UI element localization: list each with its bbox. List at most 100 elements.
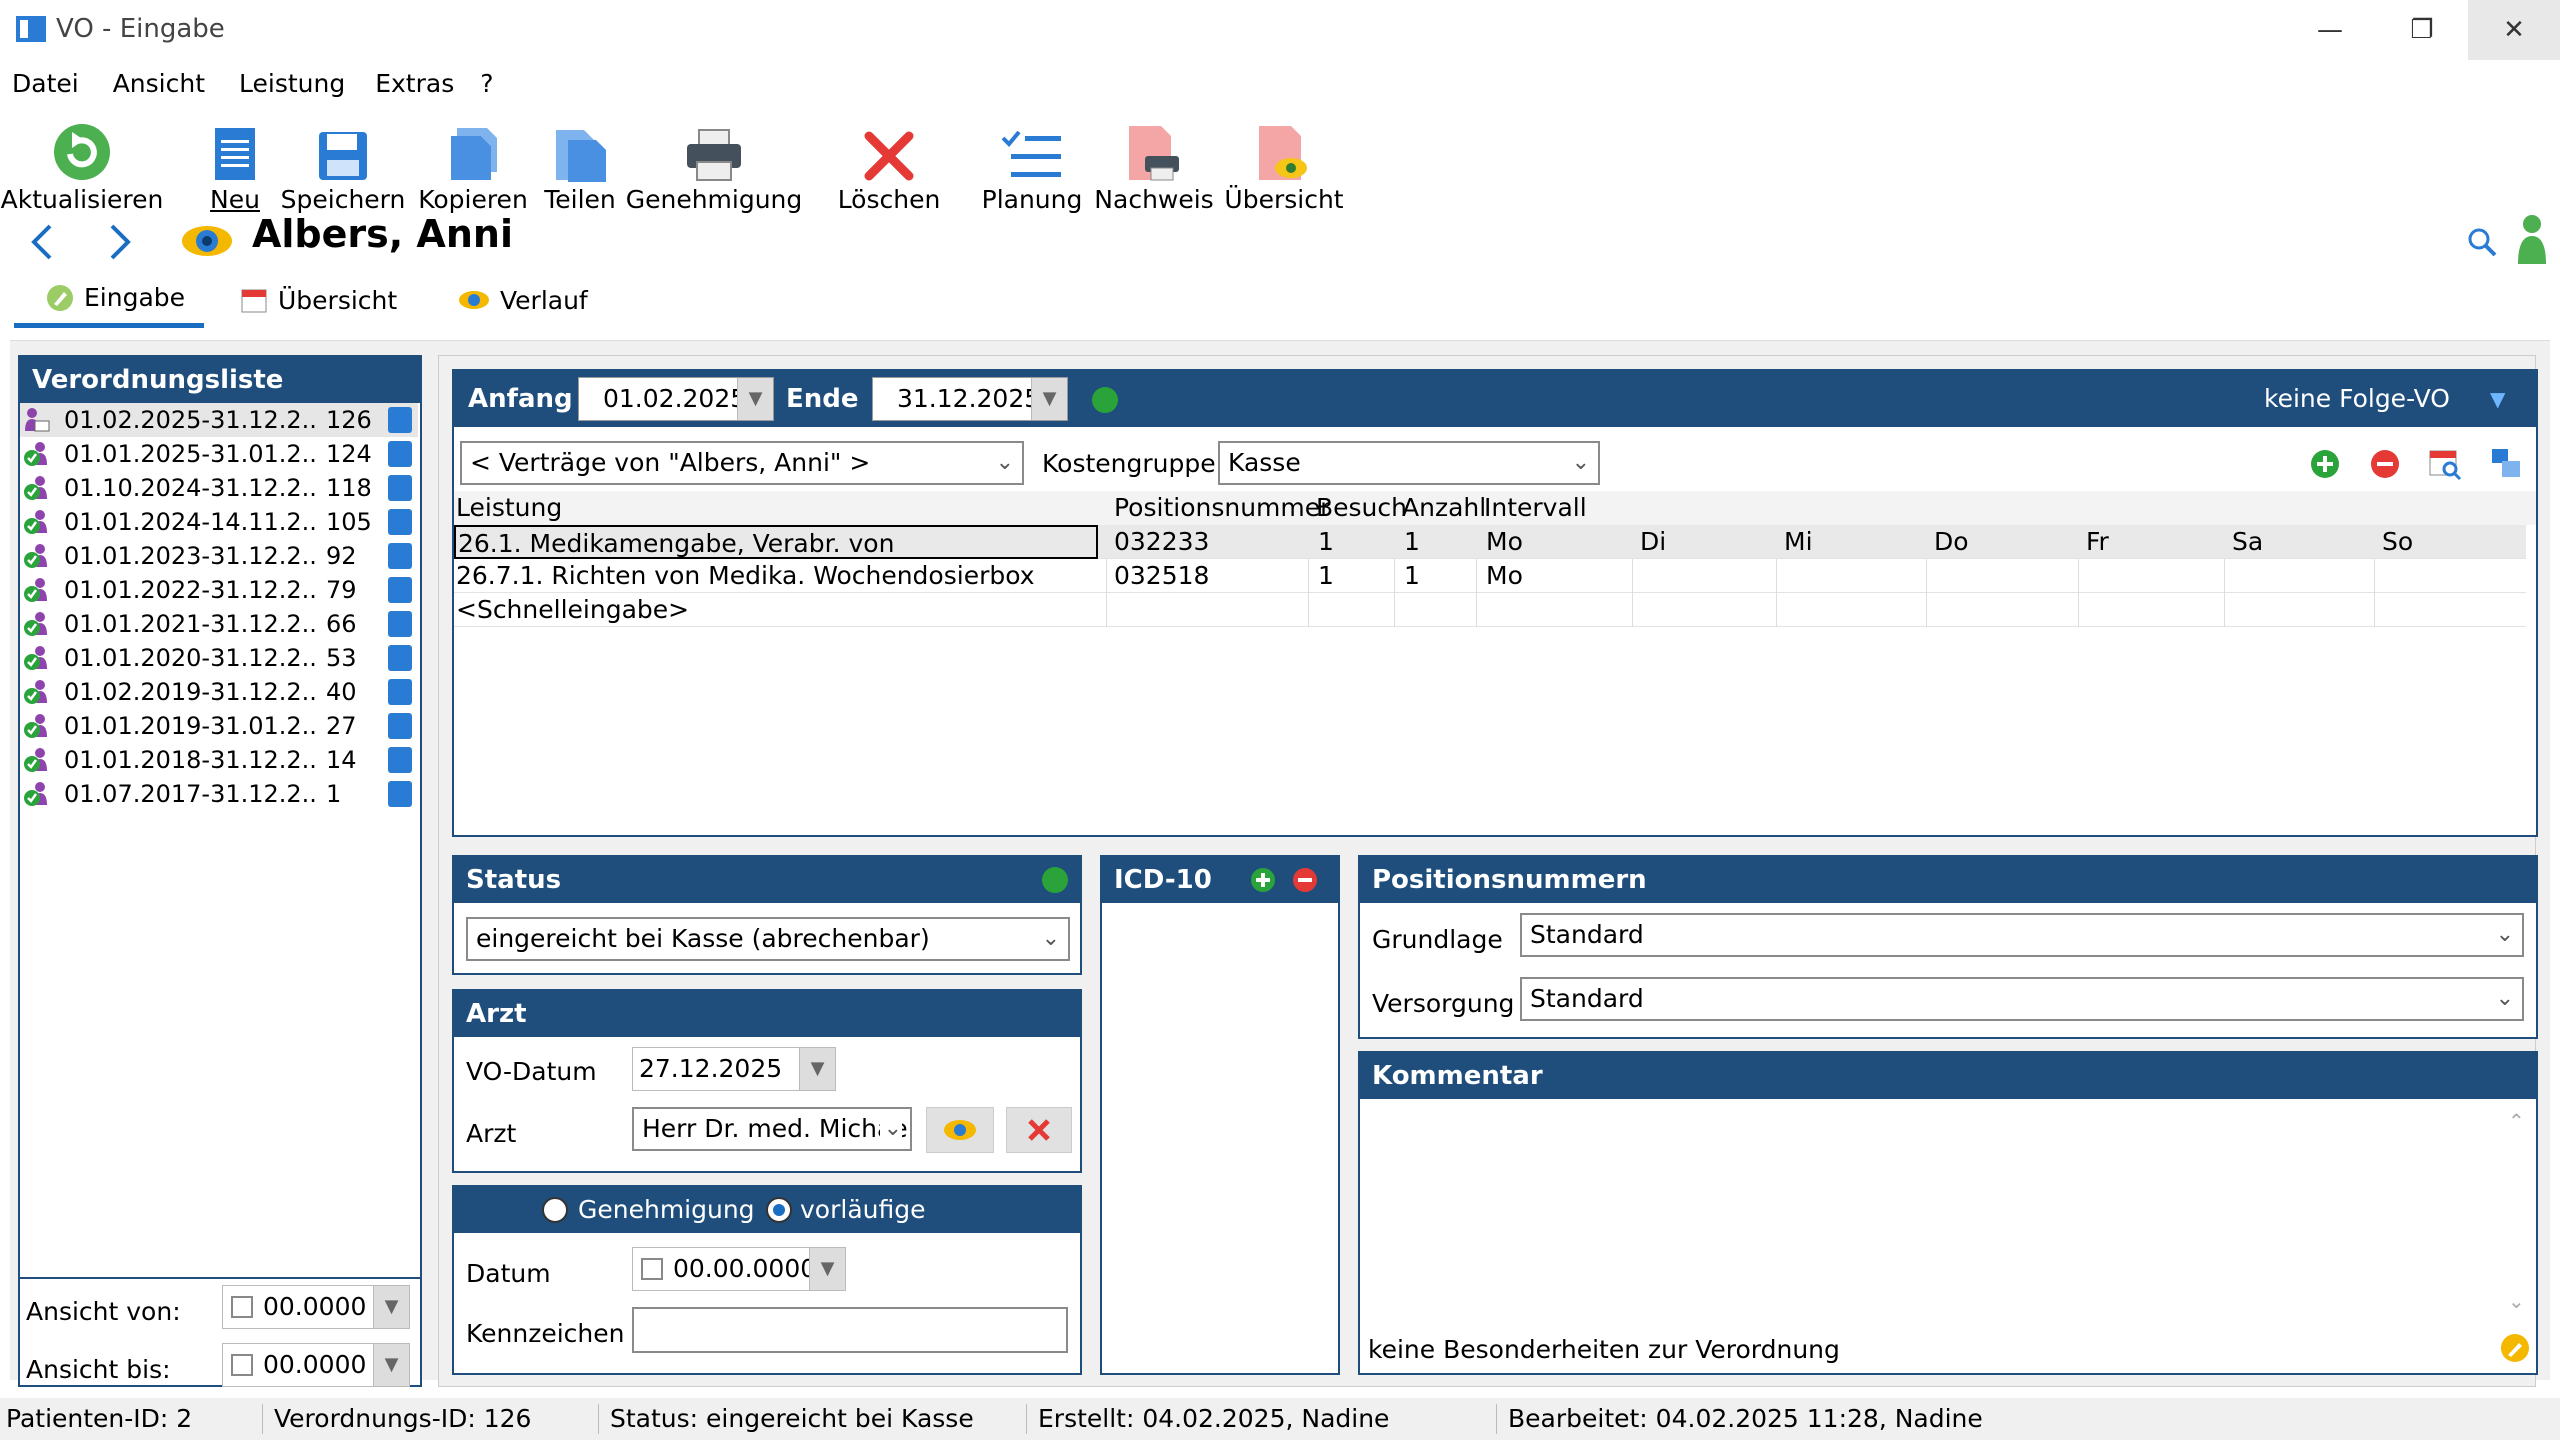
table-row[interactable]: 26.7.1. Richten von Medika. Wochendosier… (454, 559, 2526, 593)
folge-vo-label[interactable]: keine Folge-VO (2264, 371, 2450, 427)
chevron-down-icon[interactable]: ▼ (2490, 371, 2505, 427)
restore-button[interactable]: ❐ (2376, 0, 2468, 60)
genehmigung-radio[interactable] (542, 1197, 568, 1223)
schnelleingabe-cell[interactable]: <Schnelleingabe> (456, 593, 689, 627)
chevron-down-icon[interactable]: ▼ (373, 1286, 409, 1328)
ansicht-von-picker[interactable]: 00.0000 ▼ (222, 1285, 410, 1329)
scroll-up-icon[interactable]: ⌃ (2508, 1109, 2525, 1133)
datum-checkbox[interactable] (641, 1258, 663, 1280)
table-row[interactable]: 26.1. Medikamengabe, Verabr. von 032233 … (454, 525, 2526, 559)
cell-besuch[interactable]: 1 (1318, 525, 1334, 559)
ende-date-picker[interactable]: 31.12.2025 ▼ (872, 377, 1068, 421)
verordnung-list-item[interactable]: 01.01.2018-31.12.2.. 14 (20, 743, 418, 777)
nachweis-button[interactable]: Nachweis (1094, 104, 1214, 216)
aktualisieren-button[interactable]: Aktualisieren (1, 104, 163, 216)
close-button[interactable]: ✕ (2468, 0, 2560, 60)
ansicht-bis-checkbox[interactable] (231, 1354, 253, 1376)
datum-picker[interactable]: 00.00.0000 ▼ (632, 1247, 846, 1291)
document-icon[interactable] (388, 475, 412, 501)
verordnung-list-item[interactable]: 01.01.2024-14.11.2.. 105 (20, 505, 418, 539)
cell-anzahl[interactable]: 1 (1404, 559, 1420, 593)
schnelleingabe-row[interactable]: <Schnelleingabe> (454, 593, 2526, 627)
cell-mi[interactable]: Mi (1784, 525, 1813, 559)
planung-button[interactable]: Planung (982, 104, 1082, 216)
ansicht-von-checkbox[interactable] (231, 1296, 253, 1318)
genehmigung-button[interactable]: Genehmigung (626, 104, 802, 216)
cell-besuch[interactable]: 1 (1318, 559, 1334, 593)
verordnung-list-item[interactable]: 01.01.2020-31.12.2.. 53 (20, 641, 418, 675)
chevron-down-icon[interactable]: ▼ (373, 1344, 409, 1386)
loeschen-button[interactable]: Löschen (838, 104, 940, 216)
teilen-button[interactable]: Teilen (540, 104, 620, 216)
kennzeichen-input[interactable] (632, 1307, 1068, 1353)
verordnung-list-item[interactable]: 01.01.2022-31.12.2.. 79 (20, 573, 418, 607)
scroll-down-icon[interactable]: ⌄ (2508, 1289, 2525, 1313)
cell-mo[interactable]: Mo (1486, 559, 1523, 593)
kopieren-button[interactable]: Kopieren (418, 104, 528, 216)
verordnung-list-item[interactable]: 01.10.2024-31.12.2.. 118 (20, 471, 418, 505)
cell-so[interactable]: So (2382, 525, 2413, 559)
eye-icon[interactable] (180, 222, 234, 260)
chevron-down-icon[interactable]: ▼ (809, 1248, 845, 1290)
cell-fr[interactable]: Fr (2086, 525, 2109, 559)
document-icon[interactable] (388, 577, 412, 603)
menu-ansicht[interactable]: Ansicht (91, 64, 217, 104)
cell-leistung[interactable]: 26.7.1. Richten von Medika. Wochendosier… (456, 559, 1035, 593)
speichern-button[interactable]: Speichern (281, 104, 405, 216)
uebersicht-button[interactable]: Übersicht (1224, 104, 1344, 216)
remove-icon[interactable] (1292, 867, 1318, 893)
arzt-select[interactable]: Herr Dr. med. Michael ⌄ (632, 1107, 912, 1151)
chevron-down-icon[interactable]: ▼ (799, 1048, 835, 1090)
tab-eingabe[interactable]: Eingabe (14, 272, 204, 328)
grundlage-select[interactable]: Standard ⌄ (1520, 913, 2524, 957)
document-icon[interactable] (388, 781, 412, 807)
ansicht-bis-picker[interactable]: 00.0000 ▼ (222, 1343, 410, 1387)
document-icon[interactable] (388, 713, 412, 739)
document-icon[interactable] (388, 441, 412, 467)
document-icon[interactable] (388, 407, 412, 433)
cell-leistung[interactable]: 26.1. Medikamengabe, Verabr. von (454, 525, 1098, 559)
add-icon[interactable] (1250, 867, 1276, 893)
cell-do[interactable]: Do (1934, 525, 1969, 559)
anfang-date-picker[interactable]: 01.02.2025 ▼ (578, 377, 774, 421)
chevron-down-icon[interactable]: ▼ (1031, 378, 1067, 420)
cell-di[interactable]: Di (1640, 525, 1666, 559)
kostenzusage-radio[interactable] (766, 1197, 792, 1223)
document-icon[interactable] (388, 645, 412, 671)
add-icon[interactable] (2310, 449, 2340, 479)
next-arrow-icon[interactable] (106, 222, 136, 262)
verordnung-list-item[interactable]: 01.01.2021-31.12.2.. 66 (20, 607, 418, 641)
cell-anzahl[interactable]: 1 (1404, 525, 1420, 559)
vo-datum-picker[interactable]: 27.12.2025 ▼ (632, 1047, 836, 1091)
cell-mo[interactable]: Mo (1486, 525, 1523, 559)
minimize-button[interactable]: — (2284, 0, 2376, 60)
document-icon[interactable] (388, 543, 412, 569)
kostengruppe-select[interactable]: Kasse ⌄ (1218, 441, 1600, 485)
verordnung-list-item[interactable]: 01.07.2017-31.12.2.. 1 (20, 777, 418, 811)
status-select[interactable]: eingereicht bei Kasse (abrechenbar) ⌄ (466, 917, 1070, 961)
tab-verlauf[interactable]: Verlauf (458, 272, 588, 328)
verordnung-list-item[interactable]: 01.02.2019-31.12.2.. 40 (20, 675, 418, 709)
document-icon[interactable] (388, 509, 412, 535)
vertraege-select[interactable]: < Verträge von "Albers, Anni" > ⌄ (460, 441, 1024, 485)
neu-button[interactable]: Neu (204, 104, 266, 216)
document-icon[interactable] (388, 679, 412, 705)
previous-arrow-icon[interactable] (26, 222, 56, 262)
chevron-down-icon[interactable]: ▼ (737, 378, 773, 420)
document-icon[interactable] (388, 611, 412, 637)
verordnung-list-item[interactable]: 01.01.2025-31.01.2.. 124 (20, 437, 418, 471)
menu-leistung[interactable]: Leistung (217, 64, 357, 104)
remove-arzt-button[interactable] (1006, 1107, 1072, 1153)
cell-positionsnummer[interactable]: 032518 (1114, 559, 1209, 593)
edit-pencil-icon[interactable] (2500, 1333, 2530, 1363)
calendar-search-icon[interactable] (2428, 447, 2462, 481)
verordnung-list-item[interactable]: 01.01.2019-31.01.2.. 27 (20, 709, 418, 743)
menu-extras[interactable]: Extras (357, 64, 466, 104)
remove-icon[interactable] (2370, 449, 2400, 479)
view-arzt-button[interactable] (926, 1107, 994, 1153)
windows-icon[interactable] (2490, 447, 2522, 479)
menu-help[interactable]: ? (466, 64, 505, 104)
tab-uebersicht[interactable]: Übersicht (240, 272, 397, 328)
verordnung-list-item[interactable]: 01.02.2025-31.12.2.. 126 (20, 403, 418, 437)
menu-datei[interactable]: Datei (0, 64, 91, 104)
